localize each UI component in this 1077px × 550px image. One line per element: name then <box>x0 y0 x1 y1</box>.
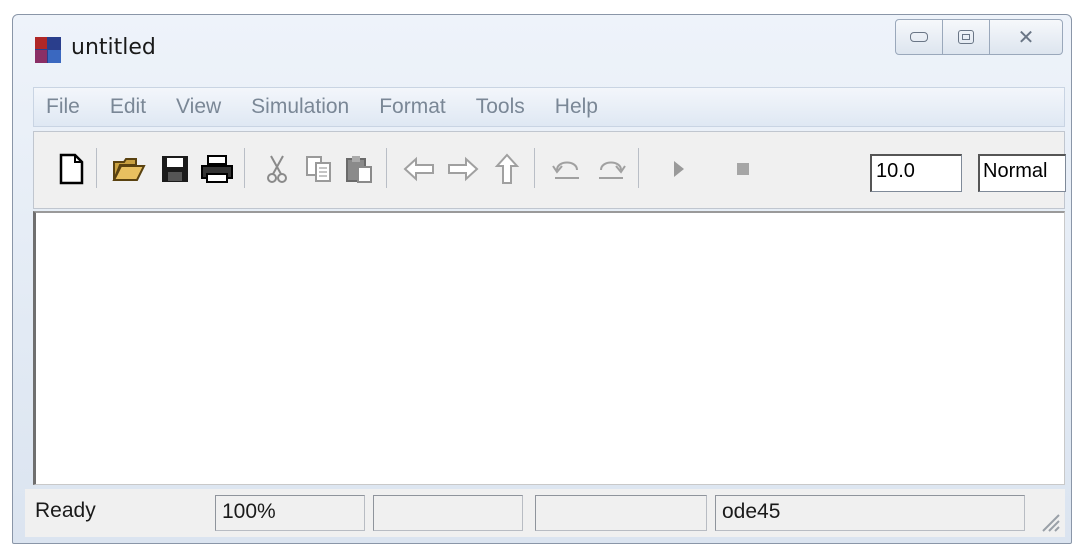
status-cell-empty-1 <box>373 495 523 531</box>
save-button[interactable] <box>158 152 192 186</box>
open-folder-icon <box>112 158 146 181</box>
status-state: Ready <box>35 499 96 522</box>
redo-button[interactable] <box>594 152 628 186</box>
print-icon <box>201 155 233 183</box>
status-zoom: 100% <box>215 495 365 531</box>
title-bar[interactable]: untitled ✕ <box>13 15 1071 83</box>
status-solver: ode45 <box>715 495 1025 531</box>
forward-button[interactable] <box>446 152 480 186</box>
simulation-mode-select[interactable]: Normal <box>978 154 1066 192</box>
undo-icon <box>552 161 579 179</box>
cut-icon <box>267 155 287 183</box>
toolbar-separator <box>386 148 387 188</box>
copy-button[interactable] <box>302 152 336 186</box>
close-icon: ✕ <box>1017 25 1035 49</box>
toolbar: 10.0 Normal <box>33 131 1066 209</box>
stop-simulation-icon <box>737 163 749 175</box>
model-window: untitled ✕ File Edit View Simulation For… <box>12 14 1072 544</box>
stop-simulation-button[interactable] <box>726 152 760 186</box>
menu-file[interactable]: File <box>46 95 80 119</box>
window-controls: ✕ <box>895 19 1063 59</box>
start-simulation-icon <box>674 161 684 177</box>
undo-button[interactable] <box>550 152 584 186</box>
resize-grip-icon[interactable] <box>1039 511 1061 533</box>
back-arrow-icon <box>403 156 434 182</box>
toolbar-separator <box>244 148 245 188</box>
new-model-button[interactable] <box>54 152 88 186</box>
toolbar-separator <box>638 148 639 188</box>
new-model-icon <box>59 153 84 185</box>
forward-arrow-icon <box>448 156 479 182</box>
save-icon <box>162 156 188 182</box>
up-arrow-icon <box>494 153 520 184</box>
toolbar-separator <box>96 148 97 188</box>
minimize-button[interactable] <box>895 19 943 55</box>
minimize-icon <box>910 32 928 42</box>
paste-icon <box>346 156 372 183</box>
cut-button[interactable] <box>260 152 294 186</box>
maximize-button[interactable] <box>942 19 990 55</box>
menu-tools[interactable]: Tools <box>476 95 525 119</box>
paste-button[interactable] <box>342 152 376 186</box>
menu-edit[interactable]: Edit <box>110 95 146 119</box>
window-title: untitled <box>71 35 156 60</box>
redo-icon <box>599 161 626 179</box>
model-canvas[interactable] <box>33 211 1065 485</box>
up-button[interactable] <box>490 152 524 186</box>
menu-view[interactable]: View <box>176 95 221 119</box>
simulink-app-icon <box>35 37 61 63</box>
menu-format[interactable]: Format <box>379 95 446 119</box>
status-bar: Ready 100% ode45 <box>25 489 1065 537</box>
status-cell-empty-2 <box>535 495 707 531</box>
copy-icon <box>306 156 331 182</box>
close-button[interactable]: ✕ <box>989 19 1063 55</box>
menu-help[interactable]: Help <box>555 95 598 119</box>
menu-bar: File Edit View Simulation Format Tools H… <box>33 87 1065 127</box>
open-button[interactable] <box>112 152 146 186</box>
print-button[interactable] <box>200 152 234 186</box>
back-button[interactable] <box>402 152 436 186</box>
toolbar-separator <box>534 148 535 188</box>
stop-time-input[interactable]: 10.0 <box>870 154 962 192</box>
maximize-icon <box>958 30 974 44</box>
menu-simulation[interactable]: Simulation <box>251 95 349 119</box>
start-simulation-button[interactable] <box>662 152 696 186</box>
